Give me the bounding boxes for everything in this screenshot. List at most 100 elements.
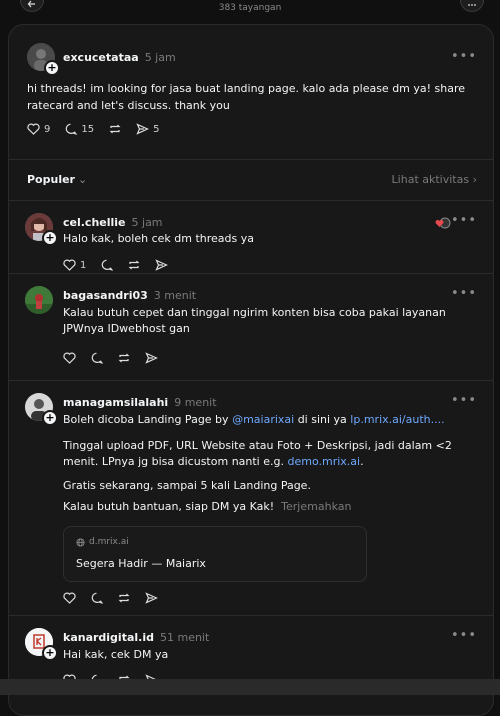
username[interactable]: cel.chellie [63,216,126,229]
comment-button[interactable] [90,352,103,364]
reply-text: Halo kak, boleh cek dm threads ya [63,232,254,245]
comment-count: 15 [81,123,95,135]
link-preview-card[interactable]: d.mrix.ai Segera Hadir — Maiarix [63,526,367,582]
thread-panel: + excucetataa 5 jam ••• hi threads! im lo… [8,24,494,716]
heart-icon [63,352,76,364]
like-count: 1 [80,259,87,271]
reply-author: bagasandri03 3 menit [63,289,196,302]
view-activity-link[interactable]: Lihat aktivitas › [392,173,477,186]
like-count: 9 [44,123,51,135]
timestamp: 5 jam [131,216,163,229]
post-text: hi threads! im looking for jasa buat lan… [27,82,466,112]
repost-icon [109,124,121,134]
translate-link[interactable]: Terjemahkan [281,500,351,513]
repost-icon [118,353,130,363]
reply-text: Hai kak, cek DM ya [63,648,169,661]
domain-text: d.mrix.ai [89,537,129,547]
follow-plus-icon[interactable]: + [42,230,58,246]
repost-button[interactable] [108,123,122,135]
sort-label: Populer [27,173,75,186]
repost-button[interactable] [127,259,141,271]
repost-button[interactable] [117,352,131,364]
bottom-bar [0,679,500,695]
username[interactable]: managamsilalahi [63,396,168,409]
demo-link[interactable]: demo.mrix.ai [287,455,360,468]
avatar[interactable] [25,286,53,314]
heart-icon [27,123,40,135]
share-count: 5 [153,123,160,135]
timestamp: 9 menit [174,396,217,409]
comment-button[interactable] [100,259,114,271]
share-button[interactable]: 5 [136,123,159,135]
reply-item: + managamsilalahi 9 menit ••• Boleh dicob… [9,381,493,616]
comment-icon [102,259,114,271]
reply-actions [63,352,158,364]
like-button[interactable] [63,592,76,604]
reply-item: + cel.chellie 5 jam ••• Halo kak, boleh c… [9,201,493,274]
username[interactable]: kanardigital.id [63,631,154,644]
chevron-down-icon: ⌄ [77,173,88,186]
reply-actions: 1 [63,259,169,271]
reply-more-icon[interactable]: ••• [451,628,477,643]
reply-paragraph-1: Boleh dicoba Landing Page by @maiarixai … [63,412,469,428]
mention-link[interactable]: @maiarixai [232,413,294,426]
like-button[interactable]: 9 [27,123,50,135]
text-span: Tinggal upload PDF, URL Website atau Fot… [63,439,452,468]
send-icon [145,592,158,604]
more-icon [468,4,476,6]
reply-paragraph-2: Tinggal upload PDF, URL Website atau Fot… [63,438,469,470]
reply-actions [63,592,158,604]
reply-more-icon[interactable]: ••• [451,393,477,408]
comment-icon [91,592,103,604]
timestamp: 51 menit [159,631,210,644]
repost-icon [118,593,130,603]
main-post: + excucetataa 5 jam ••• hi threads! im lo… [9,25,493,160]
comment-button[interactable]: 15 [64,123,94,135]
url-link[interactable]: lp.mrix.ai/auth.... [350,413,444,426]
post-more-icon[interactable]: ••• [451,49,477,64]
comment-icon [91,352,103,364]
like-button[interactable]: 1 [63,259,86,271]
send-icon [136,123,150,135]
follow-plus-icon[interactable]: + [42,645,58,661]
reply-author: kanardigital.id 51 menit [63,631,209,644]
reply-paragraph-3: Gratis sekarang, sampai 5 kali Landing P… [63,479,311,492]
avatar-image [25,286,53,314]
send-icon [145,352,158,364]
post-actions: 9 15 5 [27,123,159,135]
follow-plus-icon[interactable]: + [42,410,58,426]
timestamp: 5 jam [144,51,176,64]
username[interactable]: bagasandri03 [63,289,148,302]
reply-more-icon[interactable]: ••• [451,286,477,301]
share-button[interactable] [145,352,158,364]
reply-author: managamsilalahi 9 menit [63,396,217,409]
text-span: Kalau butuh bantuan, siap DM ya Kak! [63,500,275,513]
sort-dropdown[interactable]: Populer ⌄ [27,173,87,186]
preview-domain: d.mrix.ai [76,537,129,547]
activity-label: Lihat aktivitas [391,173,470,186]
heart-icon [63,259,76,271]
follow-plus-icon[interactable]: + [44,60,60,76]
sort-bar: Populer ⌄ Lihat aktivitas › [9,160,493,201]
timestamp: 3 menit [153,289,197,302]
preview-title: Segera Hadir — Maiarix [76,557,206,570]
reply-item: bagasandri03 3 menit ••• Kalau butuh cepe… [9,274,493,381]
reply-paragraph-4: Kalau butuh bantuan, siap DM ya Kak! Ter… [63,499,469,515]
comment-icon [66,123,78,135]
view-count: 383 tayangan [218,3,282,13]
reply-author: cel.chellie 5 jam [63,216,163,229]
heart-icon [63,592,76,604]
comment-button[interactable] [90,592,103,604]
repost-button[interactable] [117,592,131,604]
text-span: Boleh dicoba Landing Page by [63,413,233,426]
text-span: di sini ya [294,413,351,426]
post-author: excucetataa 5 jam [63,51,176,64]
reply-text: Kalau butuh cepet dan tinggal ngirim kon… [63,306,446,335]
share-button[interactable] [145,592,158,604]
send-icon [155,259,169,271]
globe-icon [76,537,85,547]
share-button[interactable] [155,259,169,271]
like-button[interactable] [63,352,76,364]
username[interactable]: excucetataa [63,51,139,64]
reply-more-icon[interactable]: ••• [451,213,477,228]
